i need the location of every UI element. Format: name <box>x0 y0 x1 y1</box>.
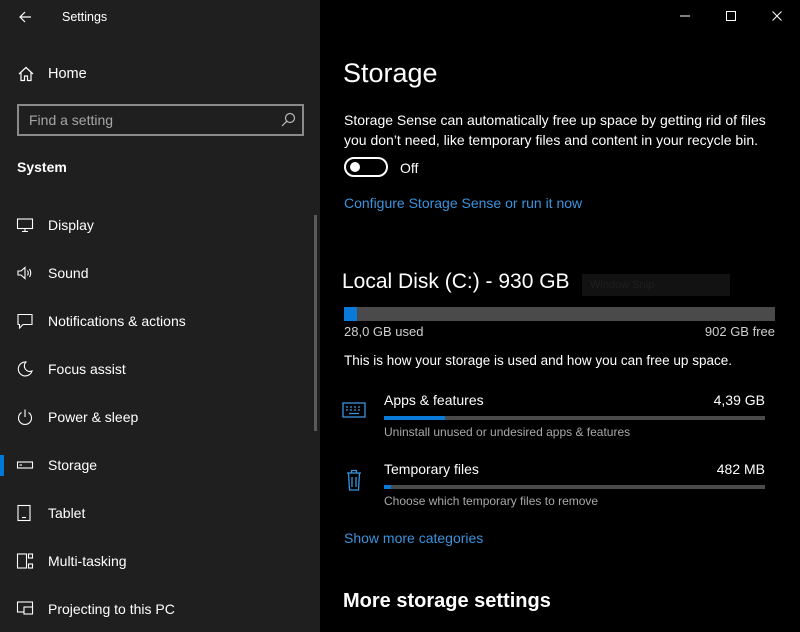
sidebar-nav: Display Sound Notifications & actions Fo… <box>0 201 320 632</box>
disk-usage-fill <box>344 307 357 321</box>
focus-assist-icon <box>17 361 33 377</box>
toggle-knob <box>350 162 360 172</box>
sidebar-item-display[interactable]: Display <box>0 201 320 249</box>
selection-indicator <box>0 455 4 476</box>
disk-usage-bar[interactable] <box>344 307 775 321</box>
storage-sense-description: Storage Sense can automatically free up … <box>344 112 766 148</box>
sidebar-item-label: Storage <box>48 457 98 473</box>
display-icon <box>16 218 34 233</box>
apps-icon <box>342 402 366 418</box>
more-storage-settings-heading: More storage settings <box>343 590 551 612</box>
category-subtitle: Choose which temporary files to remove <box>384 494 599 508</box>
sidebar-item-power-sleep[interactable]: Power & sleep <box>0 393 320 441</box>
search-input[interactable] <box>19 106 269 134</box>
toggle-state-label: Off <box>400 160 419 176</box>
window-snip-overlay: Window Snip <box>582 274 730 296</box>
show-more-categories-link[interactable]: Show more categories <box>344 530 483 546</box>
sidebar-item-projecting[interactable]: Projecting to this PC <box>0 585 320 632</box>
search-icon[interactable] <box>280 112 296 128</box>
sidebar-item-label: Power & sleep <box>48 409 139 425</box>
category-size: 4,39 GB <box>713 392 765 408</box>
sidebar-item-label: Display <box>48 217 94 233</box>
sidebar-item-label: Notifications & actions <box>48 313 186 329</box>
minimize-button[interactable] <box>662 0 708 32</box>
disk-used-label: 28,0 GB used <box>344 324 424 339</box>
tablet-icon <box>17 504 31 522</box>
back-arrow-icon <box>19 11 31 23</box>
category-temporary-files[interactable]: Temporary files 482 MB Choose which temp… <box>342 461 772 511</box>
maximize-icon <box>726 11 736 21</box>
multitasking-icon <box>16 553 34 569</box>
search-box <box>17 104 304 136</box>
titlebar-left: Settings <box>0 0 320 34</box>
category-subtitle: Uninstall unused or undesired apps & fea… <box>384 425 631 439</box>
sidebar-item-notifications[interactable]: Notifications & actions <box>0 297 320 345</box>
back-button[interactable] <box>8 2 42 32</box>
app-title: Settings <box>62 10 108 24</box>
category-apps-features[interactable]: Apps & features 4,39 GB Uninstall unused… <box>342 392 772 442</box>
main-content: Storage Storage Sense can automatically … <box>320 0 800 632</box>
window-controls <box>662 0 800 32</box>
configure-storage-sense-link[interactable]: Configure Storage Sense or run it now <box>344 195 582 211</box>
category-name: Apps & features <box>384 392 484 408</box>
sidebar-item-label: Projecting to this PC <box>48 601 175 617</box>
close-button[interactable] <box>754 0 800 32</box>
category-bar <box>384 485 765 489</box>
category-bar <box>384 416 765 420</box>
sidebar-item-storage[interactable]: Storage <box>0 441 320 489</box>
power-icon <box>17 409 33 426</box>
category-name: Temporary files <box>384 461 479 477</box>
sidebar-item-focus-assist[interactable]: Focus assist <box>0 345 320 393</box>
category-size: 482 MB <box>716 461 765 477</box>
close-icon <box>772 11 782 21</box>
home-icon <box>18 66 34 82</box>
sidebar-item-multitasking[interactable]: Multi-tasking <box>0 537 320 585</box>
sidebar: Settings Home System Display Sound <box>0 0 320 632</box>
disk-title: Local Disk (C:) - 930 GB <box>342 270 570 293</box>
storage-icon <box>16 461 34 469</box>
minimize-icon <box>680 15 690 17</box>
disk-free-label: 902 GB free <box>704 324 775 339</box>
page-title: Storage <box>343 58 438 88</box>
sidebar-scrollbar[interactable] <box>314 215 317 431</box>
sidebar-item-sound[interactable]: Sound <box>0 249 320 297</box>
sidebar-item-label: Sound <box>48 265 89 281</box>
notifications-icon <box>17 313 33 330</box>
sidebar-item-label: Tablet <box>48 505 86 521</box>
usage-description: This is how your storage is used and how… <box>344 353 732 368</box>
category-bar-fill <box>384 416 445 420</box>
sidebar-item-label: Multi-tasking <box>48 553 127 569</box>
sidebar-item-label: Focus assist <box>48 361 126 377</box>
category-bar-fill <box>384 485 391 489</box>
sidebar-item-tablet[interactable]: Tablet <box>0 489 320 537</box>
projecting-icon <box>16 601 34 615</box>
home-label: Home <box>48 66 87 82</box>
sound-icon <box>17 266 32 280</box>
maximize-button[interactable] <box>708 0 754 32</box>
trash-icon <box>347 469 361 491</box>
home-nav[interactable]: Home <box>0 54 320 94</box>
storage-sense-toggle[interactable] <box>344 157 388 177</box>
section-heading: System <box>17 159 67 175</box>
